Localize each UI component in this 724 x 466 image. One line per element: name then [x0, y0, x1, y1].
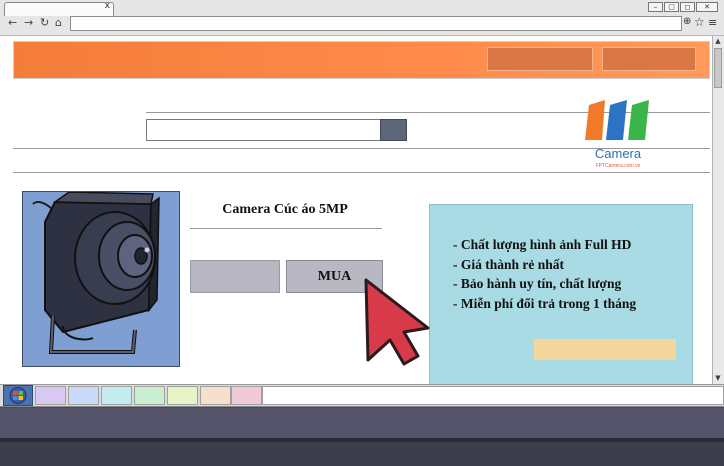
camera-illustration: [32, 192, 160, 354]
zoom-icon[interactable]: ⊕: [683, 16, 691, 27]
taskbar-item[interactable]: [231, 386, 262, 405]
monitor-base-edge: [0, 438, 724, 442]
home-icon[interactable]: ⌂: [55, 17, 62, 29]
monitor-bezel: [0, 408, 724, 438]
logo-text: Camera: [594, 146, 642, 161]
header-button-1[interactable]: [487, 47, 593, 71]
search-input[interactable]: [146, 119, 381, 141]
feature-list: - Chất lượng hình ảnh Full HD - Giá thàn…: [453, 235, 636, 313]
close-window-button[interactable]: ✕: [696, 2, 718, 12]
secondary-button[interactable]: [190, 260, 280, 293]
windows-logo-icon: [9, 387, 27, 404]
forward-arrow-icon[interactable]: →: [24, 17, 33, 29]
cursor-arrow-icon: [364, 278, 430, 366]
menu-icon[interactable]: ≡: [708, 16, 717, 29]
back-arrow-icon[interactable]: ←: [8, 17, 17, 29]
address-bar[interactable]: [70, 16, 682, 31]
feature-item: - Giá thành rẻ nhất: [453, 256, 565, 272]
feature-action-bar[interactable]: [534, 339, 676, 360]
start-button[interactable]: [3, 385, 33, 406]
scroll-thumb[interactable]: [714, 48, 722, 88]
feature-item: - Bảo hành uy tín, chất lượng: [453, 276, 622, 291]
taskbar-item[interactable]: [101, 386, 132, 405]
vertical-scrollbar[interactable]: [712, 36, 724, 384]
restore-button[interactable]: ▢: [664, 2, 679, 12]
taskbar-tray: [262, 386, 724, 405]
product-image: [22, 191, 180, 367]
scroll-down-icon[interactable]: ▼: [713, 374, 723, 383]
bookmark-star-icon[interactable]: ☆: [694, 15, 705, 29]
taskbar-item[interactable]: [35, 386, 66, 405]
taskbar-item[interactable]: [68, 386, 99, 405]
taskbar-item[interactable]: [200, 386, 231, 405]
taskbar-item[interactable]: [167, 386, 198, 405]
browser-tab[interactable]: x: [4, 1, 114, 16]
reload-icon[interactable]: ↻: [40, 17, 49, 29]
feature-item: - Miễn phí đổi trả trong 1 tháng: [453, 295, 637, 311]
feature-item: - Chất lượng hình ảnh Full HD: [453, 237, 632, 252]
monitor-base: [0, 438, 724, 466]
product-title: Camera Cúc áo 5MP: [222, 202, 348, 217]
logo-subtext: FPTCamera.com.vn: [595, 163, 641, 169]
title-divider: [190, 228, 382, 229]
scroll-up-icon[interactable]: ▲: [713, 37, 723, 46]
header-button-2[interactable]: [602, 47, 696, 71]
taskbar-item[interactable]: [134, 386, 165, 405]
maximize-button[interactable]: ◻: [680, 2, 695, 12]
search-button[interactable]: [380, 119, 407, 141]
close-tab-icon[interactable]: x: [105, 1, 110, 11]
minimize-button[interactable]: –: [648, 2, 663, 12]
